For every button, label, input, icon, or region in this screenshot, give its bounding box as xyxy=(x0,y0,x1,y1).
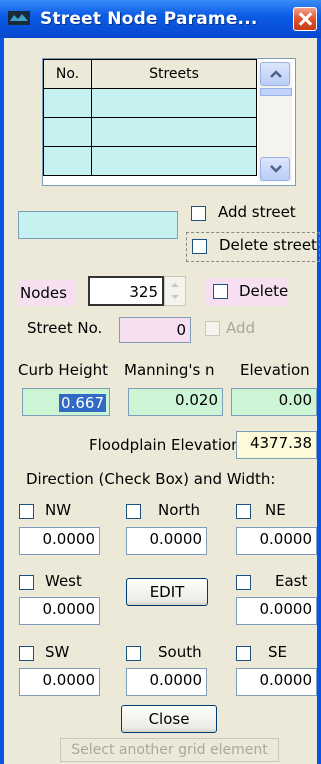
scroll-thumb[interactable] xyxy=(260,88,292,96)
sw-label: SW xyxy=(45,643,70,661)
street-no-input[interactable]: 0 xyxy=(119,317,191,343)
add-checkbox[interactable] xyxy=(205,321,220,336)
sw-checkbox[interactable] xyxy=(19,646,34,661)
curb-height-value: 0.667 xyxy=(59,394,106,412)
elevation-input[interactable]: 0.00 xyxy=(231,388,317,416)
scroll-down-button[interactable] xyxy=(260,157,290,181)
grid-scrollbar[interactable] xyxy=(258,62,292,182)
direction-heading: Direction (Check Box) and Width: xyxy=(26,470,276,488)
south-label: South xyxy=(158,643,202,661)
sw-width-input[interactable]: 0.0000 xyxy=(19,668,100,696)
nodes-spinner[interactable] xyxy=(164,276,186,306)
nw-checkbox[interactable] xyxy=(19,504,34,519)
se-checkbox[interactable] xyxy=(236,646,251,661)
se-label: SE xyxy=(268,643,287,661)
west-checkbox[interactable] xyxy=(19,575,34,590)
south-checkbox[interactable] xyxy=(126,646,141,661)
dialog-window: Street Node Parame... No. Streets Add st… xyxy=(0,0,321,764)
delete-node-label: Delete xyxy=(239,282,289,300)
se-width-input[interactable]: 0.0000 xyxy=(236,668,317,696)
street-name-input[interactable] xyxy=(18,211,178,239)
north-checkbox[interactable] xyxy=(126,504,141,519)
add-street-label: Add street xyxy=(218,203,296,221)
table-cell[interactable] xyxy=(91,146,257,176)
select-another-grid-element-button[interactable]: Select another grid element xyxy=(60,738,279,762)
close-button[interactable]: Close xyxy=(121,705,217,733)
close-window-button[interactable] xyxy=(293,7,317,31)
west-label: West xyxy=(45,572,82,590)
chevron-up-icon xyxy=(270,70,282,78)
delete-street-focus[interactable]: Delete street xyxy=(186,232,320,262)
east-checkbox[interactable] xyxy=(236,575,251,590)
chevron-down-icon xyxy=(270,165,282,173)
nodes-input[interactable]: 325 xyxy=(88,276,164,306)
delete-node-checkbox[interactable] xyxy=(213,284,228,299)
north-label: North xyxy=(158,501,200,519)
east-width-input[interactable]: 0.0000 xyxy=(236,597,317,625)
elevation-label: Elevation xyxy=(240,361,310,379)
title-bar[interactable]: Street Node Parame... xyxy=(0,0,321,38)
nodes-label: Nodes xyxy=(18,280,76,306)
delete-node-area[interactable]: Delete xyxy=(205,278,288,306)
delete-street-checkbox[interactable] xyxy=(192,239,207,254)
mannings-n-label: Manning's n xyxy=(124,361,215,379)
window-title: Street Node Parame... xyxy=(40,9,258,29)
street-no-label: Street No. xyxy=(27,319,103,337)
nw-label: NW xyxy=(45,501,72,519)
app-icon xyxy=(8,11,30,25)
add-street-checkbox[interactable] xyxy=(191,206,206,221)
table-cell[interactable] xyxy=(43,117,92,147)
table-cell[interactable] xyxy=(91,117,257,147)
table-row[interactable] xyxy=(43,117,257,147)
table-cell[interactable] xyxy=(43,88,92,118)
ne-width-input[interactable]: 0.0000 xyxy=(236,527,317,555)
nw-width-input[interactable]: 0.0000 xyxy=(19,527,100,555)
table-row[interactable] xyxy=(43,146,257,176)
add-label: Add xyxy=(226,319,256,337)
column-header-no[interactable]: No. xyxy=(43,59,92,89)
delete-street-label: Delete street xyxy=(219,236,317,254)
south-width-input[interactable]: 0.0000 xyxy=(126,668,207,696)
east-label: East xyxy=(275,572,308,590)
table-cell[interactable] xyxy=(91,88,257,118)
mannings-n-input[interactable]: 0.020 xyxy=(128,388,223,416)
west-width-input[interactable]: 0.0000 xyxy=(19,597,100,625)
spinner-arrows-icon xyxy=(171,283,179,299)
ne-label: NE xyxy=(265,501,286,519)
floodplain-elevation-input[interactable]: 4377.38 xyxy=(236,431,317,459)
column-header-streets[interactable]: Streets xyxy=(91,59,257,89)
table-row[interactable] xyxy=(43,88,257,118)
curb-height-input[interactable]: 0.667 xyxy=(22,388,110,416)
curb-height-label: Curb Height xyxy=(18,361,109,379)
scroll-up-button[interactable] xyxy=(260,62,290,86)
ne-checkbox[interactable] xyxy=(236,504,251,519)
floodplain-elevation-label: Floodplain Elevation: xyxy=(89,436,246,454)
edit-button[interactable]: EDIT xyxy=(126,578,208,606)
north-width-input[interactable]: 0.0000 xyxy=(126,527,207,555)
table-cell[interactable] xyxy=(43,146,92,176)
